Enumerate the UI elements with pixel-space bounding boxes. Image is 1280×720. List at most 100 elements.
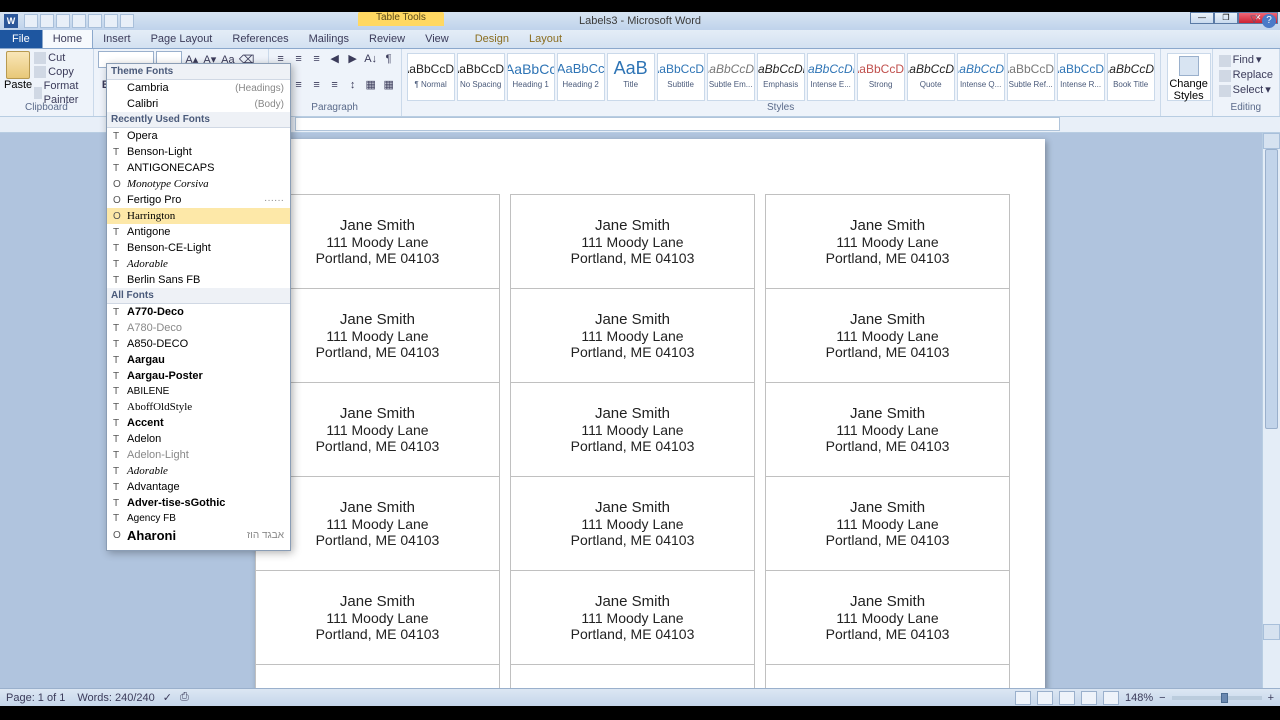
tab-page-layout[interactable]: Page Layout [141, 30, 223, 48]
shading-button[interactable]: ▦ [363, 77, 379, 93]
label-cell[interactable]: Jane Smith111 Moody LanePortland, ME 041… [256, 195, 500, 289]
label-cell[interactable]: Jane Smith111 Moody LanePortland, ME 041… [256, 289, 500, 383]
font-option[interactable]: TAdorable [107, 256, 290, 272]
zoom-out-button[interactable]: − [1159, 692, 1165, 704]
font-option[interactable]: TA850-DECO [107, 336, 290, 352]
style-subtitle[interactable]: AaBbCcDcSubtitle [657, 53, 705, 101]
style-heading[interactable]: AaBbCcHeading 2 [557, 53, 605, 101]
font-option[interactable]: TAargau-Poster [107, 368, 290, 384]
style-booktitle[interactable]: AaBbCcDcBook Title [1107, 53, 1155, 101]
scroll-up-button[interactable] [1263, 133, 1280, 149]
font-option[interactable]: TAgency FB [107, 511, 290, 526]
qat-button[interactable] [104, 14, 118, 28]
style-title[interactable]: AaBTitle [607, 53, 655, 101]
full-screen-view-button[interactable] [1037, 691, 1053, 705]
increase-indent-button[interactable]: ▶ [345, 51, 361, 67]
tab-design[interactable]: Design [465, 30, 519, 48]
paste-button[interactable]: Paste [4, 51, 32, 101]
font-option[interactable]: OAharoniאבגד הוז [107, 526, 290, 545]
label-cell[interactable]: Jane Smith111 Moody LanePortland, ME 041… [766, 383, 1010, 477]
font-option[interactable]: TAntigone [107, 224, 290, 240]
web-layout-view-button[interactable] [1059, 691, 1075, 705]
style-quote[interactable]: AaBbCcDcQuote [907, 53, 955, 101]
style-normal[interactable]: AaBbCcDc¶ Normal [407, 53, 455, 101]
label-cell[interactable]: Jane Smith111 Moody LanePortland, ME 041… [256, 383, 500, 477]
minimize-button[interactable]: — [1190, 12, 1214, 24]
label-cell[interactable]: Jane Smith111 Moody LanePortland, ME 041… [766, 571, 1010, 665]
font-option[interactable]: TAdelon-Light [107, 447, 290, 463]
font-option[interactable]: TBenson-Light [107, 144, 290, 160]
font-option[interactable]: OHarrington [107, 208, 290, 224]
font-option[interactable]: TAargau [107, 352, 290, 368]
label-cell[interactable]: Jane Smith111 Moody LanePortland, ME 041… [511, 195, 755, 289]
style-intensee[interactable]: AaBbCcDDIntense E... [807, 53, 855, 101]
line-spacing-button[interactable]: ↕ [345, 77, 361, 93]
minimize-ribbon-icon[interactable]: ▽ [1250, 14, 1258, 25]
tab-file[interactable]: File [0, 30, 42, 48]
tab-mailings[interactable]: Mailings [299, 30, 359, 48]
replace-button[interactable]: Replace [1219, 68, 1273, 83]
decrease-indent-button[interactable]: ◀ [327, 51, 343, 67]
scroll-down-button[interactable] [1263, 624, 1280, 640]
font-option[interactable]: OFertigo Pro······ [107, 192, 290, 208]
undo-button[interactable] [40, 14, 54, 28]
word-count[interactable]: Words: 240/240 [77, 692, 154, 704]
label-cell[interactable]: Jane Smith111 Moody LanePortland, ME 041… [511, 665, 755, 689]
tab-review[interactable]: Review [359, 30, 415, 48]
label-cell[interactable]: Jane Smith111 Moody LanePortland, ME 041… [256, 571, 500, 665]
style-strong[interactable]: AaBbCcDcStrong [857, 53, 905, 101]
spell-check-icon[interactable]: ✓ [163, 691, 172, 704]
style-intenseq[interactable]: AaBbCcDcIntense Q... [957, 53, 1005, 101]
tab-home[interactable]: Home [42, 29, 93, 48]
align-center-button[interactable]: ≡ [291, 77, 307, 93]
redo-button[interactable] [56, 14, 70, 28]
font-option[interactable]: TAdver-tise-sGothic [107, 495, 290, 511]
sort-button[interactable]: A↓ [363, 51, 379, 67]
font-option[interactable]: TBenson-CE-Light [107, 240, 290, 256]
copy-button[interactable]: Copy [34, 65, 89, 79]
label-cell[interactable]: Jane Smith111 Moody LanePortland, ME 041… [766, 665, 1010, 689]
font-option[interactable]: TOpera [107, 128, 290, 144]
label-cell[interactable]: Jane Smith111 Moody LanePortland, ME 041… [256, 477, 500, 571]
vertical-scrollbar[interactable] [1262, 133, 1280, 688]
show-marks-button[interactable]: ¶ [381, 51, 397, 67]
select-button[interactable]: Select ▾ [1219, 83, 1273, 98]
label-cell[interactable]: Jane Smith111 Moody LanePortland, ME 041… [766, 289, 1010, 383]
justify-button[interactable]: ≡ [327, 77, 343, 93]
label-cell[interactable]: Jane Smith111 Moody LanePortland, ME 041… [766, 195, 1010, 289]
zoom-slider[interactable] [1172, 696, 1262, 700]
style-subtleem[interactable]: AaBbCcDcSubtle Em... [707, 53, 755, 101]
qat-button[interactable] [88, 14, 102, 28]
numbering-button[interactable]: ≡ [291, 51, 307, 67]
font-option[interactable]: TA780-Deco [107, 320, 290, 336]
save-button[interactable] [24, 14, 38, 28]
label-cell[interactable]: Jane Smith111 Moody LanePortland, ME 041… [511, 383, 755, 477]
font-option[interactable]: TABILENE [107, 384, 290, 399]
tab-layout[interactable]: Layout [519, 30, 572, 48]
zoom-level[interactable]: 148% [1125, 692, 1153, 704]
borders-button[interactable]: ▦ [381, 77, 397, 93]
scroll-thumb[interactable] [1265, 149, 1278, 429]
style-emphasis[interactable]: AaBbCcDDEmphasis [757, 53, 805, 101]
maximize-button[interactable]: ❐ [1214, 12, 1238, 24]
tab-references[interactable]: References [222, 30, 298, 48]
help-icon[interactable]: ? [1262, 14, 1276, 28]
font-option[interactable]: Calibri(Body) [107, 96, 290, 112]
label-cell[interactable]: Jane Smith111 Moody LanePortland, ME 041… [511, 571, 755, 665]
change-styles-button[interactable]: Change Styles [1167, 53, 1211, 101]
font-option[interactable]: Cambria(Headings) [107, 80, 290, 96]
cut-button[interactable]: Cut [34, 51, 89, 65]
zoom-thumb[interactable] [1221, 693, 1228, 703]
label-cell[interactable]: Jane Smith111 Moody LanePortland, ME 041… [511, 289, 755, 383]
qat-button[interactable] [72, 14, 86, 28]
style-subtleref[interactable]: AaBbCcDcSubtle Ref... [1007, 53, 1055, 101]
font-option[interactable]: TAboffOldStyle [107, 399, 290, 415]
insert-mode-icon[interactable]: ⎙ [180, 691, 189, 704]
font-option[interactable]: TAdelon [107, 431, 290, 447]
font-option[interactable]: TA770-Deco [107, 304, 290, 320]
tab-insert[interactable]: Insert [93, 30, 141, 48]
font-option[interactable]: TBerlin Sans FB [107, 272, 290, 288]
style-intenser[interactable]: AaBbCcDcIntense R... [1057, 53, 1105, 101]
font-option[interactable]: TAdvantage [107, 479, 290, 495]
print-layout-view-button[interactable] [1015, 691, 1031, 705]
